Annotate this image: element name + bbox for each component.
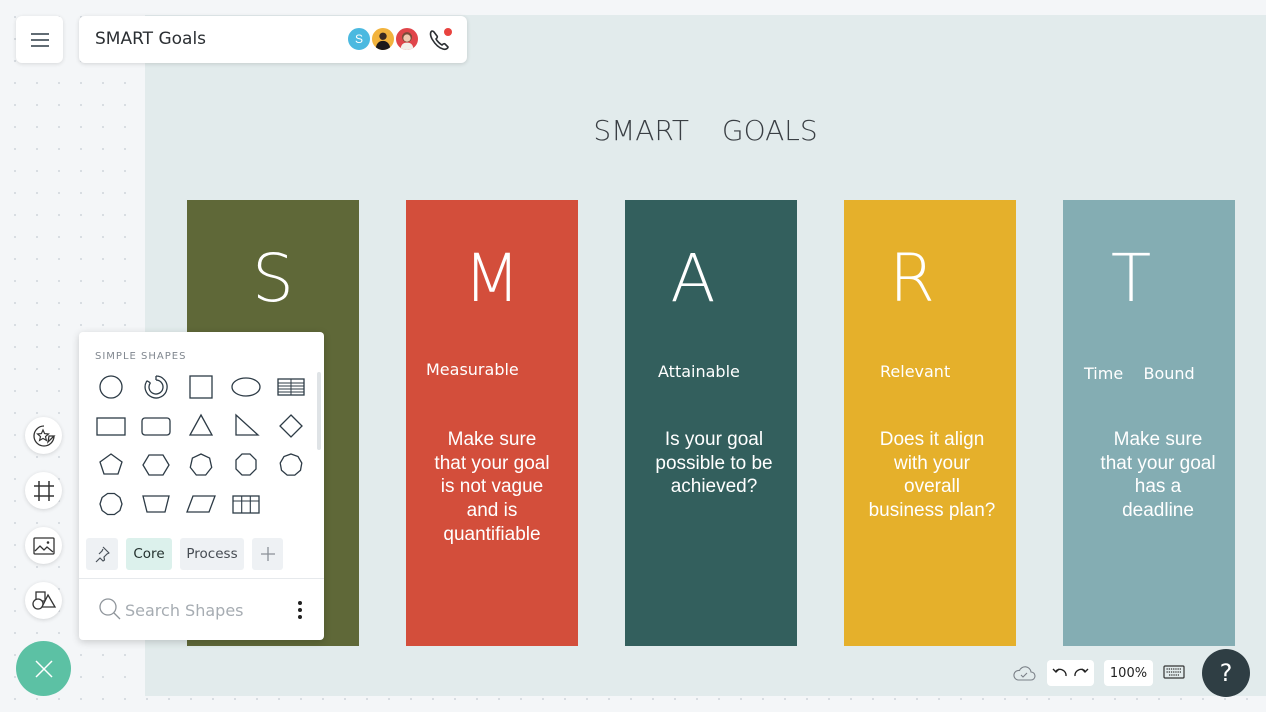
shapes-icon [31,590,56,610]
more-vertical-icon [298,601,302,619]
undo-icon [1052,668,1067,677]
keyboard-shortcuts-button[interactable] [1163,664,1185,685]
document-title[interactable]: SMART Goals [95,29,206,49]
frame-tool-button[interactable] [25,472,62,509]
image-tool-button[interactable] [25,527,62,564]
shape-donut[interactable] [136,369,176,405]
card-label: Time Bound [1084,364,1195,383]
shape-decagon[interactable] [91,486,131,522]
person-photo-icon [375,32,391,50]
close-icon [34,659,53,678]
redo-button[interactable] [1073,666,1089,680]
call-button[interactable] [426,26,454,54]
shape-octagon[interactable] [226,447,266,483]
undo-redo-group [1047,660,1094,686]
card-r[interactable]: R Relevant Does it align with your overa… [844,200,1016,646]
call-indicator [444,28,452,36]
tab-process[interactable]: Process [180,538,244,570]
shape-hexagon[interactable] [136,447,176,483]
close-toolbar-button[interactable] [16,641,71,696]
search-icon [99,598,121,620]
shape-pentagon[interactable] [91,447,131,483]
shape-rounded-rectangle[interactable] [136,408,176,444]
add-library-button[interactable] [252,538,283,570]
shape-grid-table[interactable] [226,486,266,522]
shape-triangle[interactable] [181,408,221,444]
shape-nonagon[interactable] [271,447,311,483]
undo-button[interactable] [1052,666,1068,680]
card-label: Attainable [658,362,740,381]
panel-scrollbar[interactable] [317,372,321,450]
shape-parallelogram[interactable] [181,486,221,522]
zoom-level-button[interactable]: 100% [1104,660,1153,686]
shape-trapezoid[interactable] [136,486,176,522]
shape-diamond[interactable] [271,408,311,444]
keyboard-icon [1163,665,1185,679]
card-t[interactable]: T Time Bound Make sure that your goal ha… [1063,200,1235,646]
shape-square[interactable] [181,369,221,405]
image-icon [32,536,55,555]
tab-core[interactable]: Core [126,538,172,570]
shape-right-triangle[interactable] [226,408,266,444]
card-letter: S [252,240,294,317]
card-letter: A [670,240,716,317]
shapes-panel: SIMPLE SHAPES Core Process Search Shapes [79,332,324,640]
card-a[interactable]: A Attainable Is your goal possible to be… [625,200,797,646]
person-photo-icon [400,32,414,50]
collaborator-avatar[interactable]: S [347,27,371,51]
shape-circle[interactable] [91,369,131,405]
plus-icon [260,547,275,561]
zoom-level: 100% [1109,665,1148,681]
card-description: Is your goal possible to be achieved? [655,429,773,498]
hamburger-icon [30,32,49,47]
title-bar: SMART Goals S [79,16,467,63]
help-button[interactable]: ? [1202,649,1250,697]
card-m[interactable]: M Measurable Make sure that your goal is… [406,200,578,646]
card-label: Relevant [880,362,951,381]
cloud-check-icon [1013,666,1036,681]
card-label: Measurable [426,360,519,379]
search-shapes-input[interactable] [125,598,285,622]
panel-divider [79,578,324,579]
card-description: Make sure that your goal is not vague an… [434,429,550,545]
shape-rectangle[interactable] [91,408,131,444]
pin-icon [95,546,110,563]
card-letter: R [889,240,935,317]
shape-table-lines[interactable] [271,369,311,405]
redo-icon [1074,668,1089,677]
save-status [1012,662,1036,689]
pin-library-button[interactable] [86,538,118,570]
phone-icon [429,28,452,51]
sticker-tool-button[interactable] [25,417,62,454]
avatar-initial: S [354,32,363,46]
card-description: Does it align with your overall business… [868,429,996,522]
shapes-tool-button[interactable] [25,582,62,619]
card-letter: M [463,240,521,317]
shape-heptagon[interactable] [181,447,221,483]
collaborator-avatar[interactable] [395,27,419,51]
shapes-panel-heading: SIMPLE SHAPES [95,351,187,362]
collaborator-avatar[interactable] [371,27,395,51]
shape-ellipse[interactable] [226,369,266,405]
card-letter: T [1110,240,1152,317]
main-menu-button[interactable] [16,16,63,63]
card-description: Make sure that your goal has a deadline [1100,429,1216,522]
board-title[interactable]: SMART GOALS [145,114,1266,147]
frame-icon [33,480,54,501]
star-sticker-icon [32,424,56,447]
more-options-button[interactable] [293,598,307,622]
